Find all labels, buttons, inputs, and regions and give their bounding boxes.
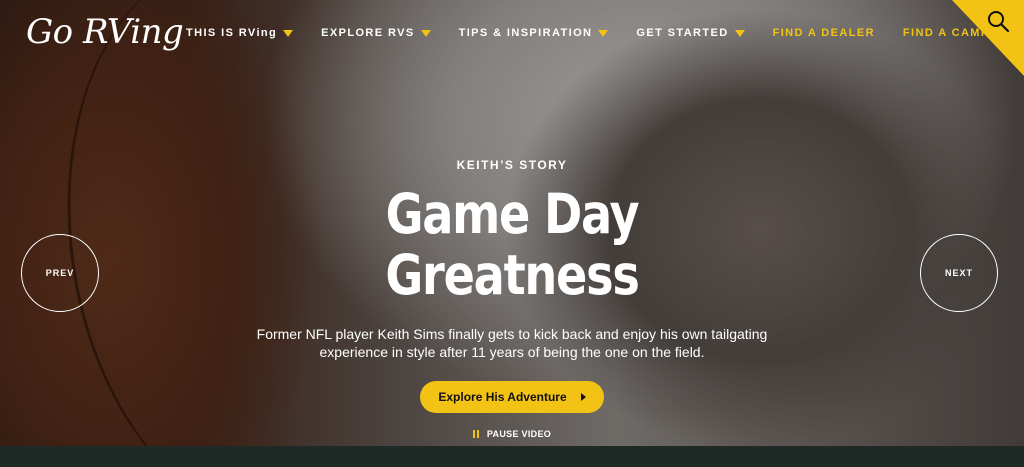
chevron-down-icon [598, 29, 609, 37]
hero-description: Former NFL player Keith Sims finally get… [256, 326, 768, 360]
nav-item-this-is-rving[interactable]: THIS IS RVing [186, 27, 294, 39]
nav-item-label: FIND A DEALER [772, 27, 875, 39]
nav-item-tips-inspiration[interactable]: TIPS & INSPIRATION [459, 27, 609, 39]
hero-eyebrow: KEITH’S STORY [456, 158, 568, 172]
go-rving-logo[interactable]: Go RVing [26, 12, 184, 52]
main-navigation: THIS IS RVing EXPLORE RVS TIPS & INSPIRA… [186, 27, 1024, 39]
carousel-next-button[interactable]: NEXT [920, 234, 998, 312]
next-label: NEXT [944, 268, 973, 278]
chevron-down-icon [734, 29, 745, 37]
pause-icon [472, 430, 479, 438]
explore-adventure-button[interactable]: Explore His Adventure [420, 381, 604, 413]
nav-item-explore-rvs[interactable]: EXPLORE RVS [321, 27, 431, 39]
nav-item-label: GET STARTED [636, 27, 729, 39]
nav-item-get-started[interactable]: GET STARTED [636, 27, 745, 39]
carousel-prev-button[interactable]: PREV [21, 234, 99, 312]
nav-item-label: EXPLORE RVS [321, 27, 415, 39]
nav-item-label: TIPS & INSPIRATION [458, 27, 593, 39]
nav-item-label: THIS IS RVing [186, 27, 278, 39]
hero-headline: Game Day Greatness [385, 182, 639, 307]
prev-label: PREV [45, 268, 75, 278]
play-arrow-icon [580, 393, 586, 401]
search-icon [988, 11, 1010, 33]
pause-video-button[interactable]: PAUSE VIDEO [472, 429, 552, 439]
hero-content: KEITH’S STORY Game Day Greatness Former … [212, 150, 812, 443]
bottom-bar [0, 446, 1024, 467]
nav-item-find-a-dealer[interactable]: FIND A DEALER [773, 27, 875, 39]
cta-label: Explore His Adventure [438, 390, 567, 404]
chevron-down-icon [283, 29, 294, 37]
pause-label: PAUSE VIDEO [486, 429, 552, 439]
chevron-down-icon [420, 29, 431, 37]
